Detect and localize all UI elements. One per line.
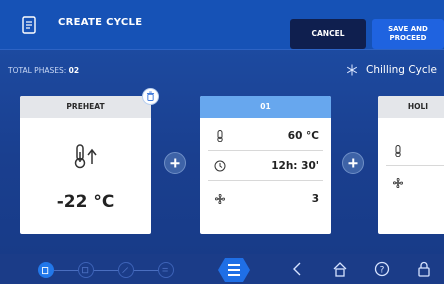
- hold-temperature-row: [386, 136, 444, 166]
- step-connector: [54, 270, 78, 271]
- cycle-step-icon: [42, 267, 49, 275]
- total-phases: TOTAL PHASES: 02: [8, 66, 79, 75]
- total-phases-label: TOTAL PHASES:: [8, 66, 67, 75]
- phase-01-card[interactable]: 01 60 °C 12h: 30' 3: [200, 96, 331, 234]
- phase-01-time: 12h: 30': [271, 160, 319, 172]
- phase-01-title: 01: [200, 96, 331, 118]
- step-list[interactable]: [158, 262, 174, 278]
- svg-text:?: ?: [380, 266, 385, 276]
- preheat-phase-card[interactable]: PREHEAT -22 °C: [20, 96, 151, 234]
- fan-icon: [392, 177, 404, 189]
- phase-01-fan-row: 3: [208, 184, 323, 214]
- document-edit-icon: [22, 16, 36, 34]
- step-connector: [94, 270, 118, 271]
- fan-icon: [214, 193, 226, 205]
- phase-01-time-row: 12h: 30': [208, 151, 323, 181]
- cancel-button[interactable]: CANCEL: [290, 19, 366, 49]
- hold-phase-card[interactable]: HOLI: [378, 96, 444, 234]
- lock-icon[interactable]: [416, 261, 432, 277]
- phase-01-temperature-row: 60 °C: [208, 121, 323, 151]
- home-icon[interactable]: [332, 261, 348, 277]
- edit-step-icon: [122, 267, 129, 274]
- preheat-temperature: -22 °C: [56, 192, 115, 212]
- step-connector: [134, 270, 158, 271]
- help-icon[interactable]: ?: [374, 261, 390, 277]
- preheat-title: PREHEAT: [20, 96, 151, 118]
- step-probe[interactable]: [78, 262, 94, 278]
- total-phases-value: 02: [68, 66, 80, 75]
- save-label-line1: SAVE AND: [388, 25, 428, 33]
- thermometer-icon: [395, 145, 401, 157]
- phase-01-temperature: 60 °C: [287, 130, 319, 142]
- save-label-line2: PROCEED: [389, 34, 427, 42]
- menu-icon[interactable]: [217, 257, 251, 283]
- step-edit[interactable]: [118, 262, 134, 278]
- delete-phase-icon[interactable]: [142, 88, 159, 105]
- probe-step-icon: [82, 267, 89, 274]
- add-phase-button[interactable]: [342, 152, 364, 174]
- hold-fan-row: [386, 168, 444, 198]
- thermometer-up-icon: [74, 144, 97, 169]
- footer-bar: ?: [0, 254, 444, 284]
- clock-icon: [214, 160, 226, 172]
- step-cycle[interactable]: [38, 262, 54, 278]
- hold-title: HOLI: [378, 96, 444, 118]
- back-icon[interactable]: [290, 261, 306, 277]
- snowflake-icon: [346, 64, 358, 76]
- page-title: CREATE CYCLE: [58, 17, 143, 28]
- add-phase-button[interactable]: [164, 152, 186, 174]
- list-step-icon: [162, 267, 168, 272]
- phase-01-fan-speed: 3: [311, 193, 319, 205]
- cycle-type-label: Chilling Cycle: [366, 64, 438, 76]
- thermometer-icon: [217, 130, 223, 142]
- save-and-proceed-button[interactable]: SAVE AND PROCEED: [372, 19, 444, 49]
